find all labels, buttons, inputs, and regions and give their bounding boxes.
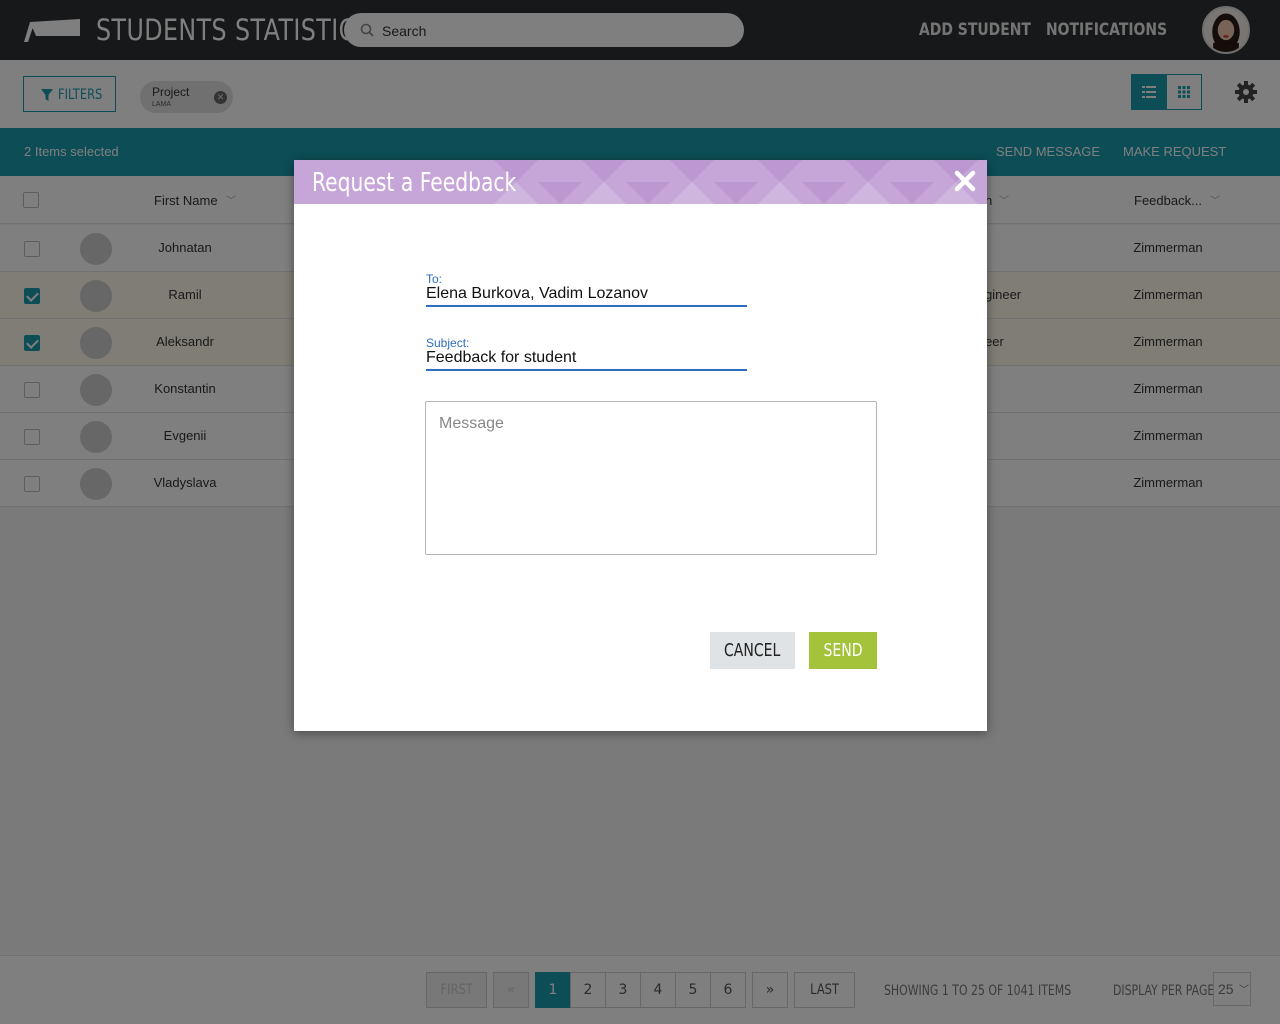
cancel-button[interactable]: CANCEL <box>710 632 795 669</box>
dialog-title: Request a Feedback <box>312 168 517 198</box>
message-placeholder: Message <box>439 415 504 432</box>
subject-label: Subject: <box>426 336 470 350</box>
to-field[interactable]: Elena Burkova, Vadim Lozanov <box>426 285 747 307</box>
request-feedback-dialog: Request a Feedback To: Elena Burkova, Va… <box>294 160 987 731</box>
subject-field[interactable]: Feedback for student <box>426 349 747 371</box>
close-icon[interactable] <box>954 170 976 192</box>
send-button[interactable]: SEND <box>809 632 877 669</box>
message-textarea[interactable]: Message <box>425 401 877 555</box>
dialog-header: Request a Feedback <box>294 160 987 204</box>
to-label: To: <box>426 272 443 286</box>
